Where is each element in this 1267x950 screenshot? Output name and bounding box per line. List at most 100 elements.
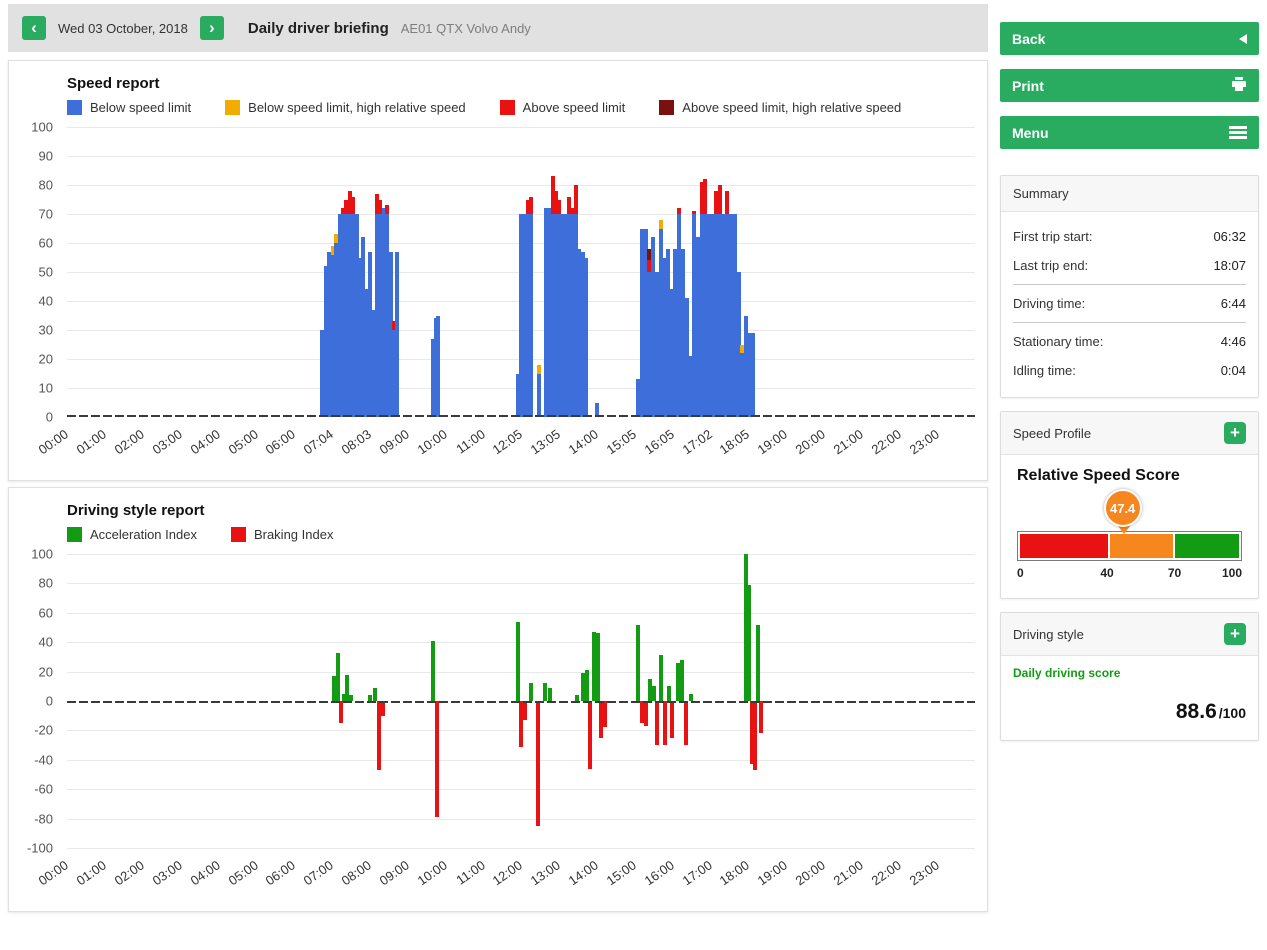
x-axis-tick-text: 13:00 <box>528 857 563 888</box>
gridline <box>67 672 975 673</box>
x-axis-tick-text: 01:00 <box>74 426 109 457</box>
speed-report-legend: Below speed limitBelow speed limit, high… <box>67 100 975 115</box>
menu-button[interactable]: Menu <box>1000 116 1259 149</box>
speed-bar-above-limit <box>677 208 681 214</box>
legend-swatch-icon <box>67 100 82 115</box>
x-axis-tick-text: 06:00 <box>263 426 298 457</box>
y-axis-tick-label: -60 <box>34 782 53 797</box>
x-axis-tick-text: 14:00 <box>566 426 601 457</box>
y-axis-tick-label: 90 <box>39 149 53 164</box>
braking-bar <box>684 701 688 745</box>
y-axis-tick-label: 100 <box>31 120 53 135</box>
topbar: ‹ Wed 03 October, 2018 › Daily driver br… <box>8 4 988 52</box>
speed-bar-below-limit <box>751 333 755 417</box>
back-arrow-icon <box>1239 34 1247 44</box>
braking-bar <box>523 701 527 720</box>
zero-axis-line <box>67 415 975 417</box>
speed-report-section: Speed report Below speed limitBelow spee… <box>8 60 988 481</box>
acceleration-bar <box>680 660 684 701</box>
speed-bar-above-limit <box>725 191 729 214</box>
braking-bar <box>536 701 540 826</box>
x-axis-tick-text: 19:00 <box>755 426 790 457</box>
summary-row-label: Last trip end: <box>1013 258 1088 273</box>
y-axis-tick-label: -40 <box>34 752 53 767</box>
daily-driving-score-value: 88.6 <box>1176 700 1217 723</box>
driving-style-card-title: Driving style <box>1013 627 1084 642</box>
braking-bar <box>588 701 592 769</box>
braking-bar <box>759 701 763 733</box>
legend-swatch-icon <box>225 100 240 115</box>
speed-profile-card-header: Speed Profile + <box>1001 412 1258 455</box>
x-axis-tick-text: 15:05 <box>604 426 639 457</box>
braking-bar <box>670 701 674 738</box>
x-axis-tick-text: 05:00 <box>225 857 260 888</box>
x-axis-tick-text: 18:00 <box>717 857 752 888</box>
speed-x-axis: 00:0001:0002:0003:0004:0005:0006:0007:04… <box>67 420 975 476</box>
summary-row-label: Driving time: <box>1013 296 1085 311</box>
y-axis-tick-label: 40 <box>39 294 53 309</box>
gauge-scale-label: 100 <box>1222 566 1242 580</box>
x-axis-tick-text: 04:00 <box>187 426 222 457</box>
summary-row-value: 18:07 <box>1213 258 1246 273</box>
gridline <box>67 760 975 761</box>
speed-score-marker: 47.4 <box>1104 489 1144 543</box>
x-axis-tick-text: 10:00 <box>414 857 449 888</box>
driving-style-title: Driving style report <box>67 502 975 519</box>
legend-swatch-icon <box>67 527 82 542</box>
gauge-scale-label: 40 <box>1100 566 1113 580</box>
y-axis-tick-label: 40 <box>39 635 53 650</box>
gridline <box>67 848 975 849</box>
y-axis-tick-label: 80 <box>39 178 53 193</box>
legend-label: Above speed limit <box>523 100 626 115</box>
y-axis-tick-label: 0 <box>46 694 53 709</box>
back-button[interactable]: Back <box>1000 22 1259 55</box>
gauge-segment <box>1020 534 1108 558</box>
summary-row-value: 6:44 <box>1221 296 1246 311</box>
back-button-label: Back <box>1012 31 1045 47</box>
summary-row-value: 0:04 <box>1221 363 1246 378</box>
summary-row-label: Idling time: <box>1013 363 1076 378</box>
speed-score-gauge: 47.4 04070100 <box>1017 531 1242 584</box>
speed-bar-below-limit <box>537 374 541 418</box>
expand-speed-profile-button[interactable]: + <box>1224 422 1246 444</box>
printer-icon <box>1231 76 1247 95</box>
menu-button-label: Menu <box>1012 125 1049 141</box>
acceleration-bar <box>431 641 435 701</box>
speed-bar-below-limit <box>529 214 533 417</box>
driving-style-card-header: Driving style + <box>1001 613 1258 656</box>
acceleration-bar <box>529 683 533 701</box>
x-axis-tick-text: 07:00 <box>301 857 336 888</box>
x-axis-tick-text: 03:00 <box>150 426 185 457</box>
x-axis-tick-text: 11:00 <box>453 857 487 887</box>
gauge-scale-label: 0 <box>1017 566 1024 580</box>
print-button[interactable]: Print <box>1000 69 1259 102</box>
gridline <box>67 819 975 820</box>
relative-speed-score-title: Relative Speed Score <box>1001 467 1258 485</box>
expand-driving-style-button[interactable]: + <box>1224 623 1246 645</box>
driving-style-chart: 100806040200-20-40-60-80-100 00:0001:000… <box>21 554 975 907</box>
legend-label: Acceleration Index <box>90 527 197 542</box>
x-axis-tick-text: 16:05 <box>641 426 676 457</box>
acceleration-bar <box>336 653 340 702</box>
braking-bar <box>435 701 439 817</box>
app: ‹ Wed 03 October, 2018 › Daily driver br… <box>0 0 1267 912</box>
page-title: Daily driver briefing <box>248 20 389 37</box>
gauge-scale: 0 40 70 100 <box>1017 566 1242 584</box>
driving-style-card: Driving style + Daily driving score 88.6… <box>1000 612 1259 741</box>
x-axis-tick-text: 19:00 <box>755 857 790 888</box>
vehicle-driver-label: AE01 QTX Volvo Andy <box>401 21 531 36</box>
speed-bar-above-limit <box>692 211 696 214</box>
speed-profile-body: Relative Speed Score 47.4 0 40 70 100 <box>1001 455 1258 598</box>
prev-day-button[interactable]: ‹ <box>22 16 46 40</box>
gauge-scale-label: 70 <box>1168 566 1181 580</box>
speed-chart: 1009080706050403020100 00:0001:0002:0003… <box>21 127 975 476</box>
next-day-button[interactable]: › <box>200 16 224 40</box>
daily-driving-score: 88.6/100 <box>1013 700 1246 724</box>
acceleration-bar <box>516 622 520 701</box>
acceleration-bar <box>548 688 552 701</box>
summary-divider <box>1013 322 1246 323</box>
legend-swatch-icon <box>659 100 674 115</box>
acceleration-bar <box>543 683 547 701</box>
acceleration-bar <box>756 625 760 701</box>
speed-score-bubble: 47.4 <box>1104 489 1142 527</box>
